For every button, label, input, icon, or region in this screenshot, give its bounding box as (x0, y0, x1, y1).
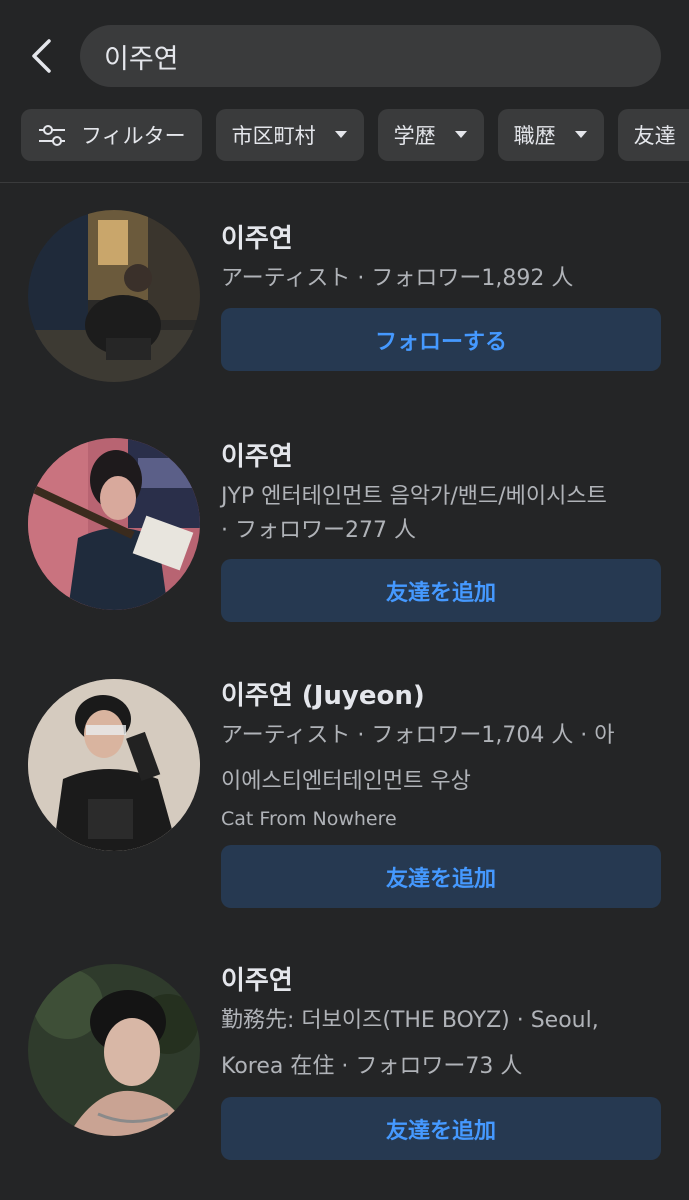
search-result-item: 이주연 アーティスト · フォロワー1,892 人 フォローする (0, 210, 689, 382)
result-name[interactable]: 이주연 (221, 964, 666, 998)
search-box[interactable] (80, 25, 661, 87)
filter-chip-work[interactable]: 職歴 (497, 109, 604, 161)
result-meta-location: Korea 在住 · フォロワー73 人 (221, 1054, 523, 1079)
filter-chip-bar: フィルター 市区町村 学歴 職歴 友達 (21, 109, 689, 161)
result-meta-work: 이에스티엔터테인먼트 우상 (221, 769, 471, 794)
search-result-item: 이주연 (Juyeon) アーティスト · フォロワー1,704 人 · 아 이… (0, 679, 689, 909)
profile-photo[interactable] (28, 964, 200, 1136)
profile-photo[interactable] (28, 210, 200, 382)
chevron-left-icon (32, 39, 51, 73)
filter-chip-education[interactable]: 学歴 (377, 109, 484, 161)
result-info: 이주연 JYP 엔터테인먼트 음악가/밴드/베이시스트 · フォロワー277 人 (221, 440, 666, 548)
search-result-item: 이주연 JYP 엔터테인먼트 음악가/밴드/베이시스트 · フォロワー277 人… (0, 438, 689, 623)
caret-down-icon (334, 130, 348, 140)
add-friend-button[interactable]: 友達を追加 (221, 1097, 661, 1160)
filter-chip-label: 友達 (633, 124, 676, 148)
search-result-item: 이주연 勤務先: 더보이즈(THE BOYZ) · Seoul, Korea 在… (0, 964, 689, 1164)
profile-photo[interactable] (28, 438, 200, 610)
follow-button[interactable]: フォローする (221, 308, 661, 371)
result-meta-work: 勤務先: 더보이즈(THE BOYZ) · Seoul, (221, 1008, 599, 1033)
filter-button[interactable]: フィルター (21, 109, 202, 161)
result-info: 이주연 勤務先: 더보이즈(THE BOYZ) · Seoul, Korea 在… (221, 964, 666, 1084)
result-meta: アーティスト · フォロワー1,704 人 · 아 (221, 723, 615, 748)
result-name[interactable]: 이주연 (221, 222, 666, 256)
filter-chip-city[interactable]: 市区町村 (215, 109, 364, 161)
back-button[interactable] (18, 30, 64, 82)
search-input[interactable] (102, 39, 661, 73)
result-name[interactable]: 이주연 (221, 440, 666, 474)
result-name[interactable]: 이주연 (Juyeon) (221, 679, 666, 713)
result-info: 이주연 アーティスト · フォロワー1,892 人 (221, 222, 666, 296)
result-meta: アーティスト · フォロワー1,892 人 (221, 266, 574, 291)
header-divider (0, 182, 689, 183)
filter-chip-label: 学歴 (393, 124, 436, 148)
filter-chip-label: 市区町村 (231, 124, 316, 148)
result-meta-extra: Cat From Nowhere (221, 808, 397, 830)
result-meta: JYP 엔터테인먼트 음악가/밴드/베이시스트 (221, 484, 607, 509)
profile-photo[interactable] (28, 679, 200, 851)
search-results-page: フィルター 市区町村 学歴 職歴 友達 (0, 0, 689, 1200)
caret-down-icon (454, 130, 468, 140)
filter-chip-friends[interactable]: 友達 (617, 109, 689, 161)
add-friend-button[interactable]: 友達を追加 (221, 845, 661, 908)
filter-chip-label: 職歴 (513, 124, 556, 148)
caret-down-icon (574, 130, 588, 140)
add-friend-button[interactable]: 友達を追加 (221, 559, 661, 622)
filter-sliders-icon (37, 123, 67, 147)
result-meta-followers: · フォロワー277 人 (221, 518, 416, 543)
filter-button-label: フィルター (81, 124, 186, 148)
result-info: 이주연 (Juyeon) アーティスト · フォロワー1,704 人 · 아 이… (221, 679, 666, 833)
